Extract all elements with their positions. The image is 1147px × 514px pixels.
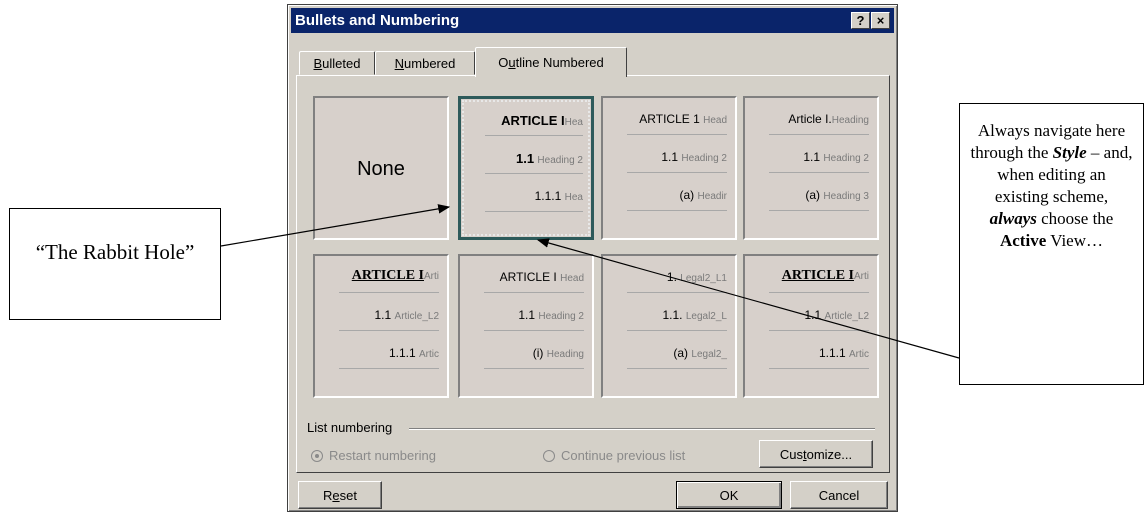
tab-label-post: tline Numbered: [515, 55, 604, 70]
arrow-to-active-view: [536, 238, 960, 359]
tab-label-mnemonic: u: [508, 55, 516, 70]
tab-label-pre: O: [498, 55, 509, 70]
annotation-arrows: [220, 204, 960, 359]
arrow-to-selected-scheme: [220, 204, 451, 247]
tab-outline-numbered[interactable]: Ou tline Numbered: [475, 47, 627, 77]
